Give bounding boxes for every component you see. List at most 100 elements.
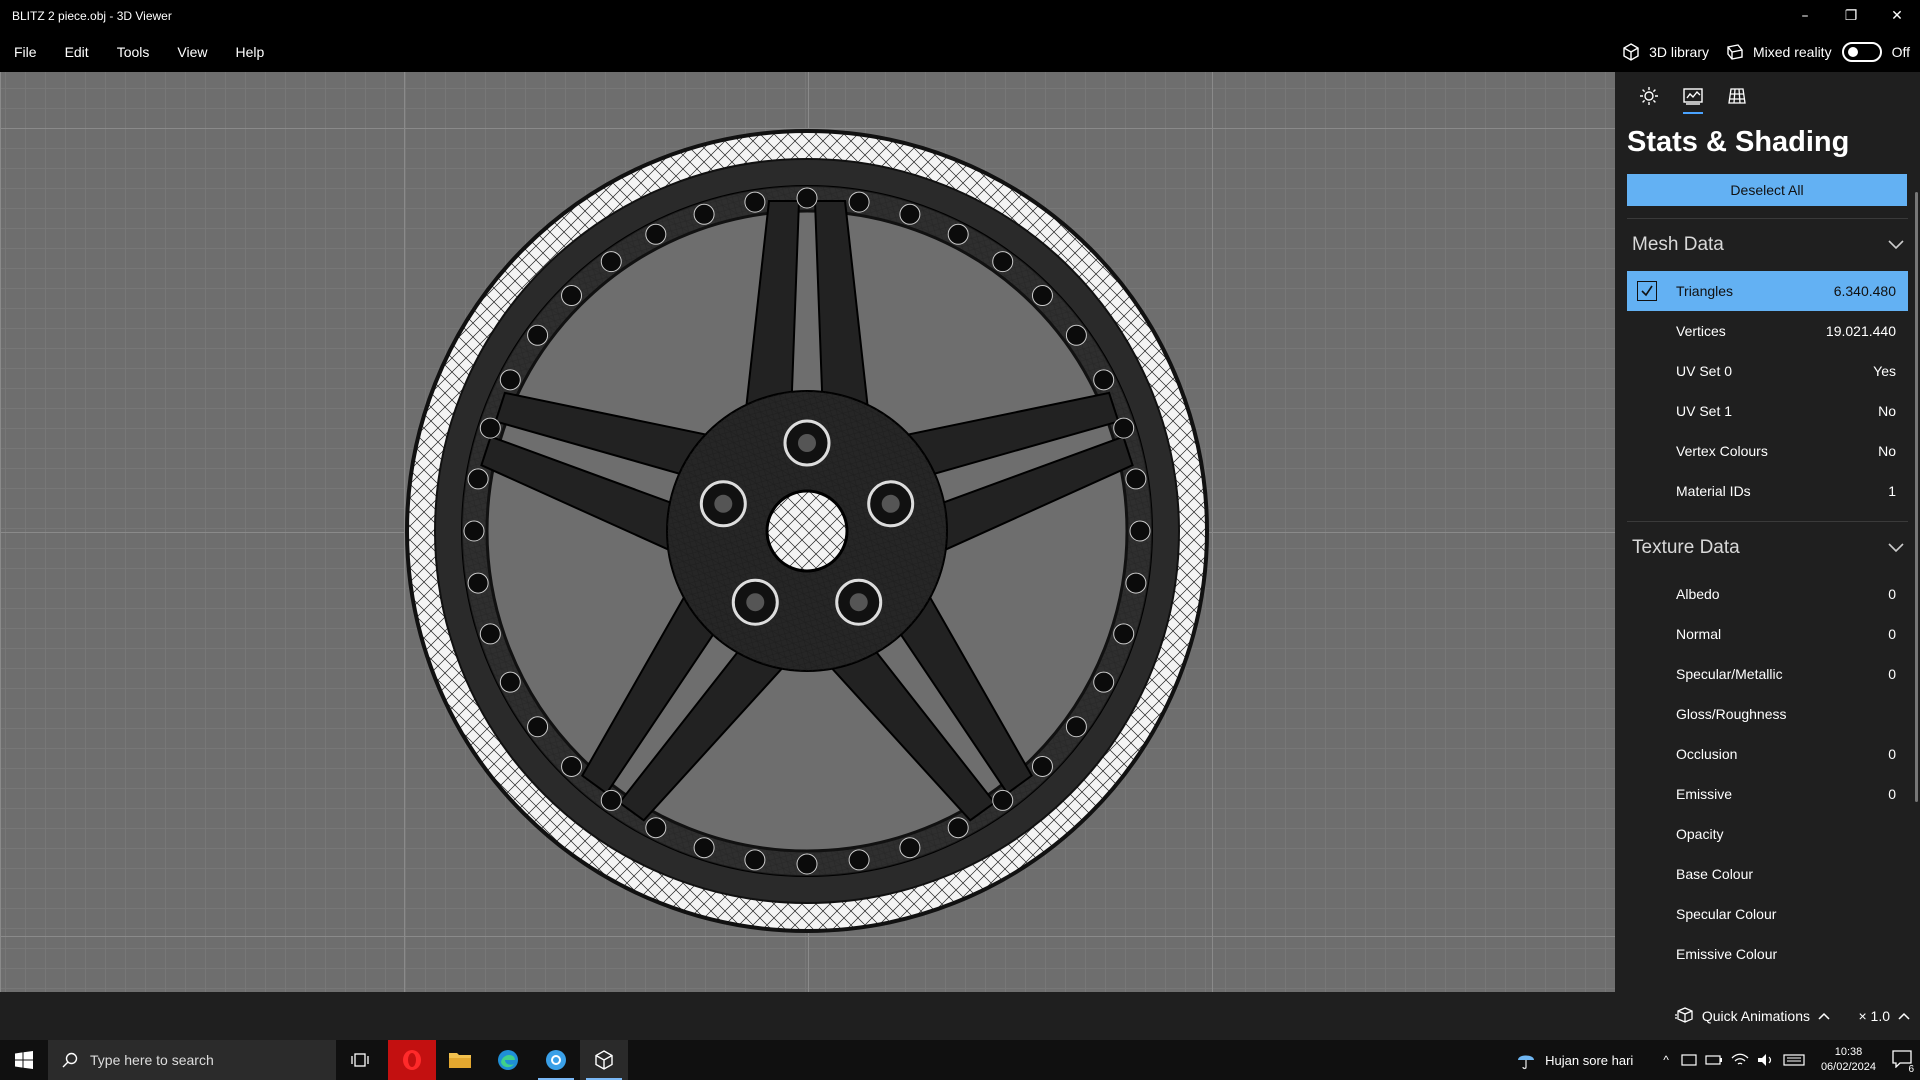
texture-row-specular-colour[interactable]: Specular Colour	[1627, 894, 1908, 934]
rim-bolt	[561, 755, 583, 777]
mesh-data-header[interactable]: Mesh Data	[1615, 219, 1920, 271]
rim-bolt	[499, 369, 521, 391]
minimize-button[interactable]: –	[1782, 0, 1828, 32]
window-title: BLITZ 2 piece.obj - 3D Viewer	[12, 9, 172, 23]
mesh-row-material-ids[interactable]: Material IDs 1	[1627, 471, 1908, 511]
mixed-reality-label: Mixed reality	[1752, 44, 1832, 60]
rim-bolt	[1093, 671, 1115, 693]
mixed-reality-button[interactable]: Mixed reality	[1725, 42, 1832, 62]
tab-lighting[interactable]	[1627, 76, 1671, 116]
battery-icon[interactable]	[1705, 1054, 1723, 1066]
3d-viewport[interactable]	[0, 72, 1615, 992]
taskbar-opera[interactable]	[388, 1040, 436, 1080]
mesh-row-uv-set-1[interactable]: UV Set 1 No	[1627, 391, 1908, 431]
search-placeholder: Type here to search	[90, 1052, 214, 1068]
wheel-model[interactable]	[403, 127, 1211, 935]
chevron-up-icon[interactable]: ^	[1663, 1053, 1669, 1067]
rim-bolt	[992, 251, 1014, 273]
rim-bolt	[479, 417, 501, 439]
mesh-row-value: Yes	[1873, 363, 1896, 379]
taskbar-edge[interactable]	[484, 1040, 532, 1080]
tab-stats[interactable]	[1671, 76, 1715, 116]
rim-bolt	[1031, 755, 1053, 777]
system-tray: Hujan sore hari ^ 10:38 06/02/2024 6	[1515, 1040, 1920, 1080]
menu-tools[interactable]: Tools	[103, 44, 164, 60]
texture-row-emissive[interactable]: Emissive 0	[1627, 774, 1908, 814]
opera-icon	[403, 1050, 421, 1070]
close-button[interactable]: ✕	[1874, 0, 1920, 32]
texture-row-specular-metallic[interactable]: Specular/Metallic 0	[1627, 654, 1908, 694]
taskbar-browser[interactable]	[532, 1040, 580, 1080]
texture-row-gloss-roughness[interactable]: Gloss/Roughness	[1627, 694, 1908, 734]
notification-center-button[interactable]: 6	[1892, 1049, 1916, 1075]
texture-row-base-colour[interactable]: Base Colour	[1627, 854, 1908, 894]
start-button[interactable]	[0, 1040, 48, 1080]
texture-row-label: Gloss/Roughness	[1676, 706, 1787, 722]
mesh-row-vertices[interactable]: Vertices 19.021.440	[1627, 311, 1908, 351]
texture-row-label: Base Colour	[1676, 866, 1754, 882]
search-box[interactable]: Type here to search	[48, 1040, 336, 1080]
mixed-reality-state: Off	[1891, 44, 1910, 60]
texture-row-albedo[interactable]: Albedo 0	[1627, 574, 1908, 614]
wifi-icon[interactable]	[1731, 1053, 1749, 1067]
menu-file[interactable]: File	[0, 44, 51, 60]
mesh-data-title: Mesh Data	[1632, 234, 1724, 255]
rim-bolt	[645, 817, 667, 839]
mesh-row-value: 1	[1888, 483, 1896, 499]
cube-icon	[1623, 43, 1639, 61]
mesh-row-value: 19.021.440	[1825, 323, 1896, 339]
clock-date: 06/02/2024	[1820, 1061, 1876, 1073]
sun-icon	[1640, 87, 1658, 105]
rim-bolt	[1031, 285, 1053, 307]
rim-bolt	[463, 520, 485, 542]
rim-bolt	[527, 324, 549, 346]
quick-animations-button[interactable]: Quick Animations	[1674, 992, 1830, 1040]
texture-data-header[interactable]: Texture Data	[1615, 522, 1920, 574]
taskbar-3d-viewer[interactable]	[580, 1040, 628, 1080]
rim-bolt	[527, 716, 549, 738]
texture-row-occlusion[interactable]: Occlusion 0	[1627, 734, 1908, 774]
texture-row-emissive-colour[interactable]: Emissive Colour	[1627, 934, 1908, 974]
clock-time: 10:38	[1834, 1046, 1863, 1058]
mixed-reality-toggle[interactable]	[1841, 42, 1882, 62]
grid-icon	[1728, 88, 1746, 104]
rim-bolt	[693, 837, 715, 859]
menu-edit[interactable]: Edit	[51, 44, 103, 60]
rim-bolt	[744, 849, 766, 871]
taskbar-file-explorer[interactable]	[436, 1040, 484, 1080]
mesh-row-uv-set-0[interactable]: UV Set 0 Yes	[1627, 351, 1908, 391]
network-drive-icon[interactable]	[1681, 1053, 1697, 1067]
menu-view[interactable]: View	[163, 44, 221, 60]
restore-button[interactable]: ❐	[1828, 0, 1874, 32]
checkbox-icon[interactable]	[1637, 281, 1657, 301]
texture-row-normal[interactable]: Normal 0	[1627, 614, 1908, 654]
weather-text[interactable]: Hujan sore hari	[1545, 1053, 1633, 1068]
keyboard-icon[interactable]	[1783, 1053, 1805, 1067]
rim-bolt	[693, 203, 715, 225]
mesh-row-vertex-colours[interactable]: Vertex Colours No	[1627, 431, 1908, 471]
quick-animations-label: Quick Animations	[1701, 1008, 1810, 1024]
volume-icon[interactable]	[1757, 1053, 1775, 1067]
rim-bolt	[947, 817, 969, 839]
animation-speed-control[interactable]: × 1.0	[1858, 992, 1910, 1040]
mesh-row-label: Vertices	[1676, 323, 1726, 339]
texture-row-opacity[interactable]: Opacity	[1627, 814, 1908, 854]
window-controls: – ❐ ✕	[1782, 0, 1920, 32]
3d-library-button[interactable]: 3D library	[1621, 42, 1709, 62]
rim-bolt	[1093, 369, 1115, 391]
menu-help[interactable]: Help	[221, 44, 278, 60]
task-view-button[interactable]	[336, 1040, 384, 1080]
title-bar: BLITZ 2 piece.obj - 3D Viewer – ❐ ✕	[0, 0, 1920, 32]
texture-row-value: 0	[1888, 586, 1896, 602]
tab-grid[interactable]	[1715, 76, 1759, 116]
mesh-row-triangles[interactable]: Triangles 6.340.480	[1627, 271, 1908, 311]
animation-icon	[1674, 1007, 1693, 1023]
clock[interactable]: 10:38 06/02/2024	[1821, 1045, 1876, 1075]
texture-row-value: 0	[1888, 746, 1896, 762]
rim-bolt	[499, 671, 521, 693]
deselect-all-button[interactable]: Deselect All	[1627, 174, 1907, 206]
texture-data-title: Texture Data	[1632, 537, 1740, 558]
texture-row-label: Specular Colour	[1676, 906, 1777, 922]
panel-scrollbar[interactable]	[1915, 192, 1918, 802]
rim-bolt	[848, 849, 870, 871]
